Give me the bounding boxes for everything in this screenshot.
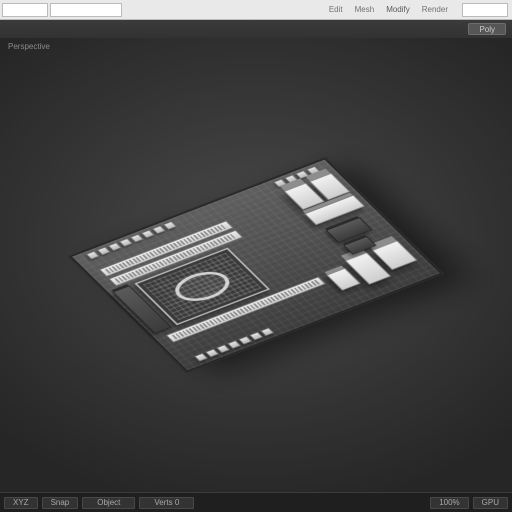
menu-mesh[interactable]: Mesh (349, 5, 381, 14)
status-snap[interactable]: Snap (42, 497, 79, 509)
mode-button[interactable]: Poly (468, 23, 506, 35)
menu-render[interactable]: Render (416, 5, 454, 14)
top-toolbar: Edit Mesh Modify Render (0, 0, 512, 20)
numeric-field-2[interactable] (50, 3, 122, 17)
status-verts: Verts 0 (139, 497, 194, 509)
model-root (71, 159, 442, 372)
status-coords[interactable]: XYZ (4, 497, 38, 509)
status-bar: XYZ Snap Object Verts 0 100% GPU (0, 492, 512, 512)
status-zoom[interactable]: 100% (430, 497, 468, 509)
numeric-field-1[interactable] (2, 3, 48, 17)
menu-edit[interactable]: Edit (323, 5, 349, 14)
heatsink-left[interactable] (112, 285, 171, 333)
connector-3[interactable] (326, 268, 361, 291)
socket-ring-icon (166, 266, 238, 307)
status-object: Object (82, 497, 135, 509)
connector-1[interactable] (372, 240, 418, 270)
pcb-board[interactable] (71, 159, 442, 372)
viewport-label: Perspective (8, 42, 50, 51)
search-field[interactable] (462, 3, 508, 17)
cpu-socket[interactable] (134, 248, 270, 326)
status-gpu: GPU (473, 497, 508, 509)
pcie-slot[interactable] (166, 277, 326, 343)
cap-row-bottom (194, 328, 274, 362)
mode-strip: Poly (0, 20, 512, 38)
menu-modify[interactable]: Modify (380, 5, 416, 14)
3d-viewport[interactable]: Perspective (0, 38, 512, 492)
